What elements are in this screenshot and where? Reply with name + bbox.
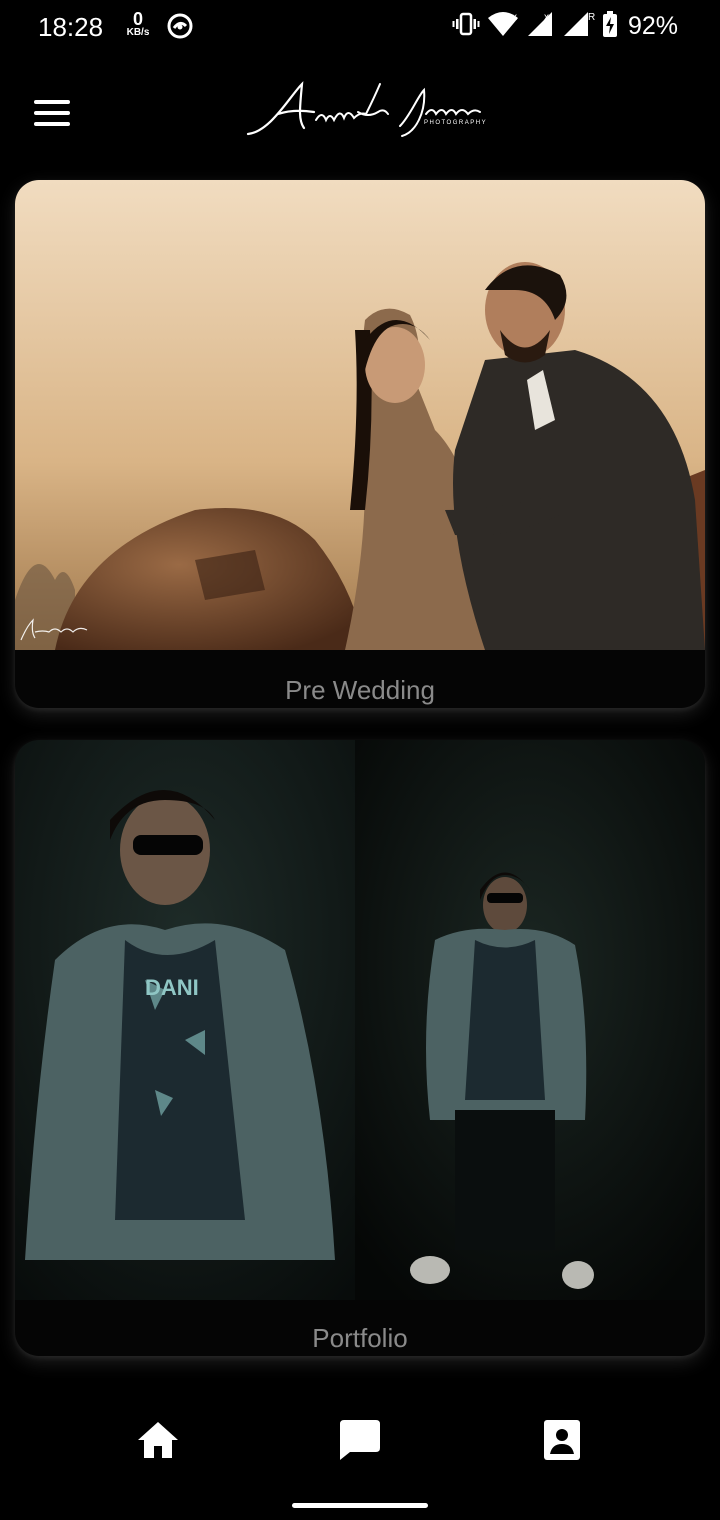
home-gesture-bar[interactable] bbox=[292, 1503, 428, 1508]
card-title-portfolio: Portfolio bbox=[312, 1323, 408, 1353]
status-time: 18:28 bbox=[38, 12, 104, 42]
wifi-icon: x bbox=[486, 10, 520, 43]
network-speed-unit: KB/s bbox=[126, 27, 150, 38]
bottom-navigation bbox=[0, 1400, 720, 1480]
app-notification-icon bbox=[166, 12, 194, 45]
app-bar: PHOTOGRAPHY bbox=[0, 54, 720, 174]
network-speed: 0 KB/s bbox=[122, 10, 154, 38]
chat-icon[interactable] bbox=[336, 1418, 384, 1462]
vibrate-icon bbox=[452, 10, 480, 43]
portfolio-man-jacket-photo: DANI bbox=[15, 740, 705, 1300]
svg-text:R: R bbox=[588, 12, 595, 23]
signal-roaming-icon: R bbox=[562, 10, 596, 43]
contact-icon[interactable] bbox=[538, 1418, 586, 1462]
status-icons: x x R 92% bbox=[452, 10, 678, 43]
svg-text:x: x bbox=[544, 12, 549, 23]
network-speed-value: 0 bbox=[132, 9, 143, 29]
card-title-pre-wedding: Pre Wedding bbox=[285, 675, 435, 705]
logo-subtext: PHOTOGRAPHY bbox=[424, 120, 487, 126]
battery-percent: 92% bbox=[627, 12, 678, 40]
svg-text:x: x bbox=[512, 12, 517, 23]
hamburger-menu-icon[interactable] bbox=[34, 100, 72, 130]
brand-logo: PHOTOGRAPHY bbox=[240, 76, 500, 146]
category-card-portfolio[interactable]: DANI Portfolio bbox=[15, 740, 705, 1356]
svg-text:DANI: DANI bbox=[145, 975, 199, 1000]
battery-charging-icon bbox=[602, 10, 618, 43]
category-card-pre-wedding[interactable]: Pre Wedding bbox=[15, 180, 705, 708]
status-bar: 18:28 0 KB/s x x R 92% bbox=[0, 0, 720, 54]
home-icon[interactable] bbox=[134, 1418, 182, 1462]
couple-pre-wedding-photo bbox=[15, 180, 705, 650]
signal-icon: x bbox=[526, 10, 556, 43]
